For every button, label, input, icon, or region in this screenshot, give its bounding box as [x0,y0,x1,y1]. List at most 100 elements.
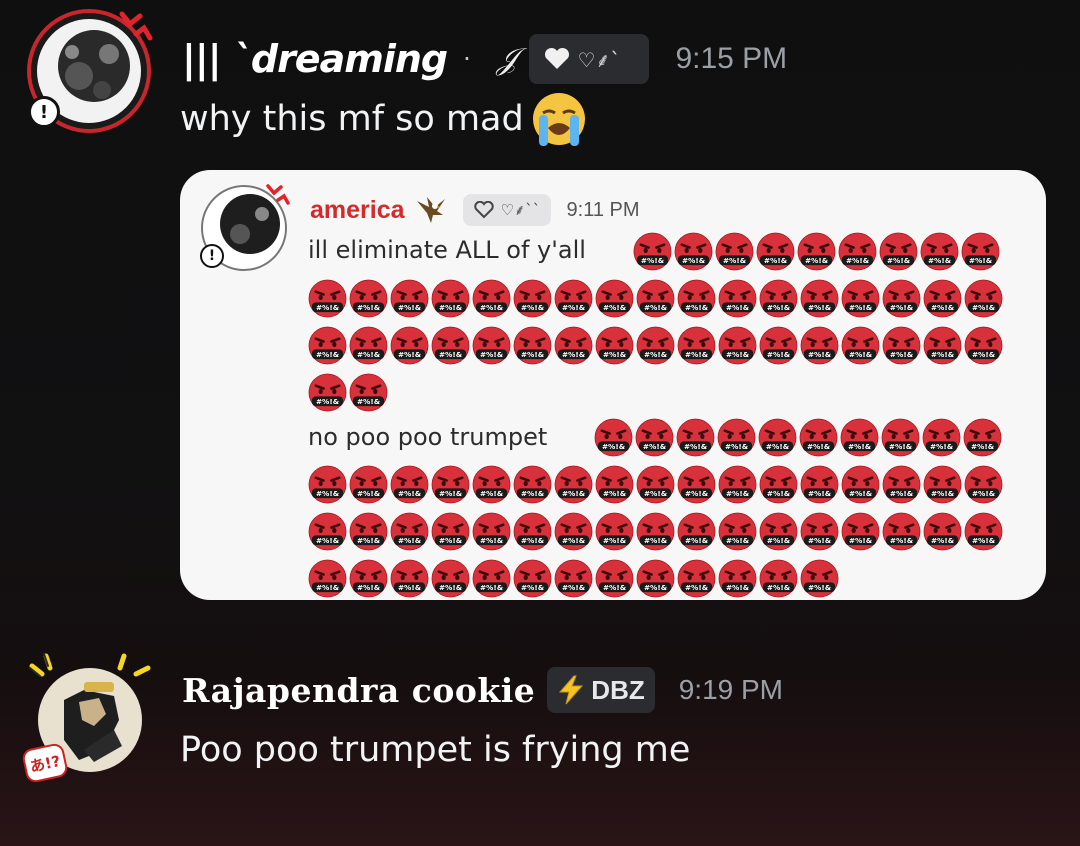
face-with-symbols-on-mouth-icon: #%!& [923,465,962,504]
quoted-clan-tag[interactable]: ♡⸙ˋˋ [462,194,551,226]
svg-text:#%!&: #%!& [398,489,422,498]
face-with-symbols-on-mouth-icon: #%!& [759,326,798,365]
face-with-symbols-on-mouth-icon: #%!& [554,279,593,318]
face-with-symbols-on-mouth-icon: #%!& [964,465,1003,504]
face-with-symbols-on-mouth-icon: #%!& [677,559,716,598]
face-with-symbols-on-mouth-icon: #%!& [756,232,795,271]
face-with-symbols-on-mouth-icon: #%!& [554,512,593,551]
tag-glyphs: ♡⸙ˋ [577,47,621,72]
face-with-symbols-on-mouth-icon: #%!& [636,465,675,504]
avatar[interactable]: ! [24,6,154,136]
face-with-symbols-on-mouth-icon: #%!& [923,279,962,318]
face-with-symbols-on-mouth-icon: #%!& [633,232,672,271]
svg-text:#%!&: #%!& [808,303,832,312]
svg-text:#%!&: #%!& [439,303,463,312]
face-with-symbols-on-mouth-icon: #%!& [963,418,1002,457]
face-with-symbols-on-mouth-icon: #%!& [349,512,388,551]
face-with-symbols-on-mouth-icon: #%!& [677,326,716,365]
timestamp: 9:19 PM [678,674,784,705]
message-header: Rajapendra cookie DBZ 9:19 PM [182,664,783,716]
face-with-symbols-on-mouth-icon: #%!& [800,559,839,598]
svg-text:#%!&: #%!& [685,350,709,359]
avatar[interactable]: あ!? [20,650,154,784]
clan-tag[interactable]: ♡⸙ˋ [529,34,650,84]
tag-glyphs: ♡⸙ˋˋ [500,201,541,219]
lightning-icon [557,675,585,705]
svg-text:#%!&: #%!& [603,303,627,312]
svg-text:#%!&: #%!& [480,350,504,359]
quoted-username[interactable]: america [310,196,405,225]
face-with-symbols-on-mouth-icon: #%!& [472,326,511,365]
face-with-symbols-on-mouth-icon: #%!& [800,326,839,365]
face-with-symbols-on-mouth-icon: #%!& [349,465,388,504]
quoted-paragraph: ill eliminate ALL of y'all #%!& #%!& #%!& #… [308,232,1008,412]
emoji-row: #%!& #%!& #%!& #%!& #%!& #%!& #%!& #%!& #%!& #%!&… [308,465,1003,504]
face-with-symbols-on-mouth-icon: #%!& [390,559,429,598]
heart-icon [543,47,571,71]
face-with-symbols-on-mouth-icon: #%!& [758,418,797,457]
svg-text:#%!&: #%!& [972,350,996,359]
svg-text:#%!&: #%!& [316,583,340,592]
face-with-symbols-on-mouth-icon: #%!& [677,465,716,504]
face-with-symbols-on-mouth-icon: #%!& [964,326,1003,365]
face-with-symbols-on-mouth-icon: #%!& [800,512,839,551]
svg-text:#%!&: #%!& [890,489,914,498]
username[interactable]: ||| `dreaming [182,37,448,81]
face-with-symbols-on-mouth-icon: #%!& [349,326,388,365]
svg-text:#%!&: #%!& [357,397,381,406]
face-with-symbols-on-mouth-icon: #%!& [882,512,921,551]
face-with-symbols-on-mouth-icon: #%!& [594,418,633,457]
svg-text:#%!&: #%!& [521,536,545,545]
svg-text:#%!&: #%!& [931,303,955,312]
quoted-paragraph: no poo poo trumpet #%!& #%!& #%!& #%!& #%!& #… [308,418,1008,598]
quoted-message-embed[interactable]: ! america ♡⸙ˋˋ 9:11 PM ill eliminate ALL… [180,170,1046,600]
emoji-row: #%!& #%!& [308,373,388,412]
face-with-symbols-on-mouth-icon: #%!& [636,279,675,318]
emoji-row: #%!& #%!& #%!& #%!& #%!& #%!& #%!& #%!& #%!& #%!&… [308,326,1003,365]
face-with-symbols-on-mouth-icon: #%!& [308,559,347,598]
svg-text:#%!&: #%!& [603,350,627,359]
svg-text:#%!&: #%!& [767,350,791,359]
svg-text:#%!&: #%!& [725,442,749,451]
face-with-symbols-on-mouth-icon: #%!& [595,559,634,598]
face-with-symbols-on-mouth-icon: #%!& [635,418,674,457]
svg-text:#%!&: #%!& [521,583,545,592]
face-with-symbols-on-mouth-icon: #%!& [390,465,429,504]
face-with-symbols-on-mouth-icon: #%!& [513,279,552,318]
svg-text:#%!&: #%!& [849,489,873,498]
face-with-symbols-on-mouth-icon: #%!& [718,465,757,504]
svg-text:#%!&: #%!& [357,350,381,359]
face-with-symbols-on-mouth-icon: #%!& [964,512,1003,551]
quoted-avatar[interactable]: ! [198,182,290,274]
heart-outline-icon [473,200,495,219]
svg-text:#%!&: #%!& [316,397,340,406]
decor-dot: · [463,45,471,73]
clan-tag[interactable]: DBZ [547,667,655,713]
face-with-symbols-on-mouth-icon: #%!& [390,326,429,365]
svg-text:#%!&: #%!& [316,536,340,545]
face-with-symbols-on-mouth-icon: #%!& [513,512,552,551]
face-with-symbols-on-mouth-icon: #%!& [431,559,470,598]
svg-text:#%!&: #%!& [685,536,709,545]
face-with-symbols-on-mouth-icon: #%!& [882,465,921,504]
svg-text:#%!&: #%!& [685,583,709,592]
svg-text:#%!&: #%!& [726,489,750,498]
svg-text:#%!&: #%!& [887,256,911,265]
svg-text:#%!&: #%!& [723,256,747,265]
face-with-symbols-on-mouth-icon: #%!& [718,512,757,551]
svg-text:#%!&: #%!& [357,583,381,592]
face-with-symbols-on-mouth-icon: #%!& [841,326,880,365]
loudly-crying-face-icon [530,90,588,148]
eagle-icon [415,195,449,225]
face-with-symbols-on-mouth-icon: #%!& [308,465,347,504]
face-with-symbols-on-mouth-icon: #%!& [513,465,552,504]
face-with-symbols-on-mouth-icon: #%!& [881,418,920,457]
svg-text:#%!&: #%!& [439,583,463,592]
svg-text:#%!&: #%!& [764,256,788,265]
face-with-symbols-on-mouth-icon: #%!& [349,373,388,412]
svg-text:#%!&: #%!& [480,489,504,498]
face-with-symbols-on-mouth-icon: #%!& [759,465,798,504]
timestamp: 9:15 PM [675,42,788,75]
username[interactable]: Rajapendra cookie [182,671,535,710]
svg-text:#%!&: #%!& [521,350,545,359]
